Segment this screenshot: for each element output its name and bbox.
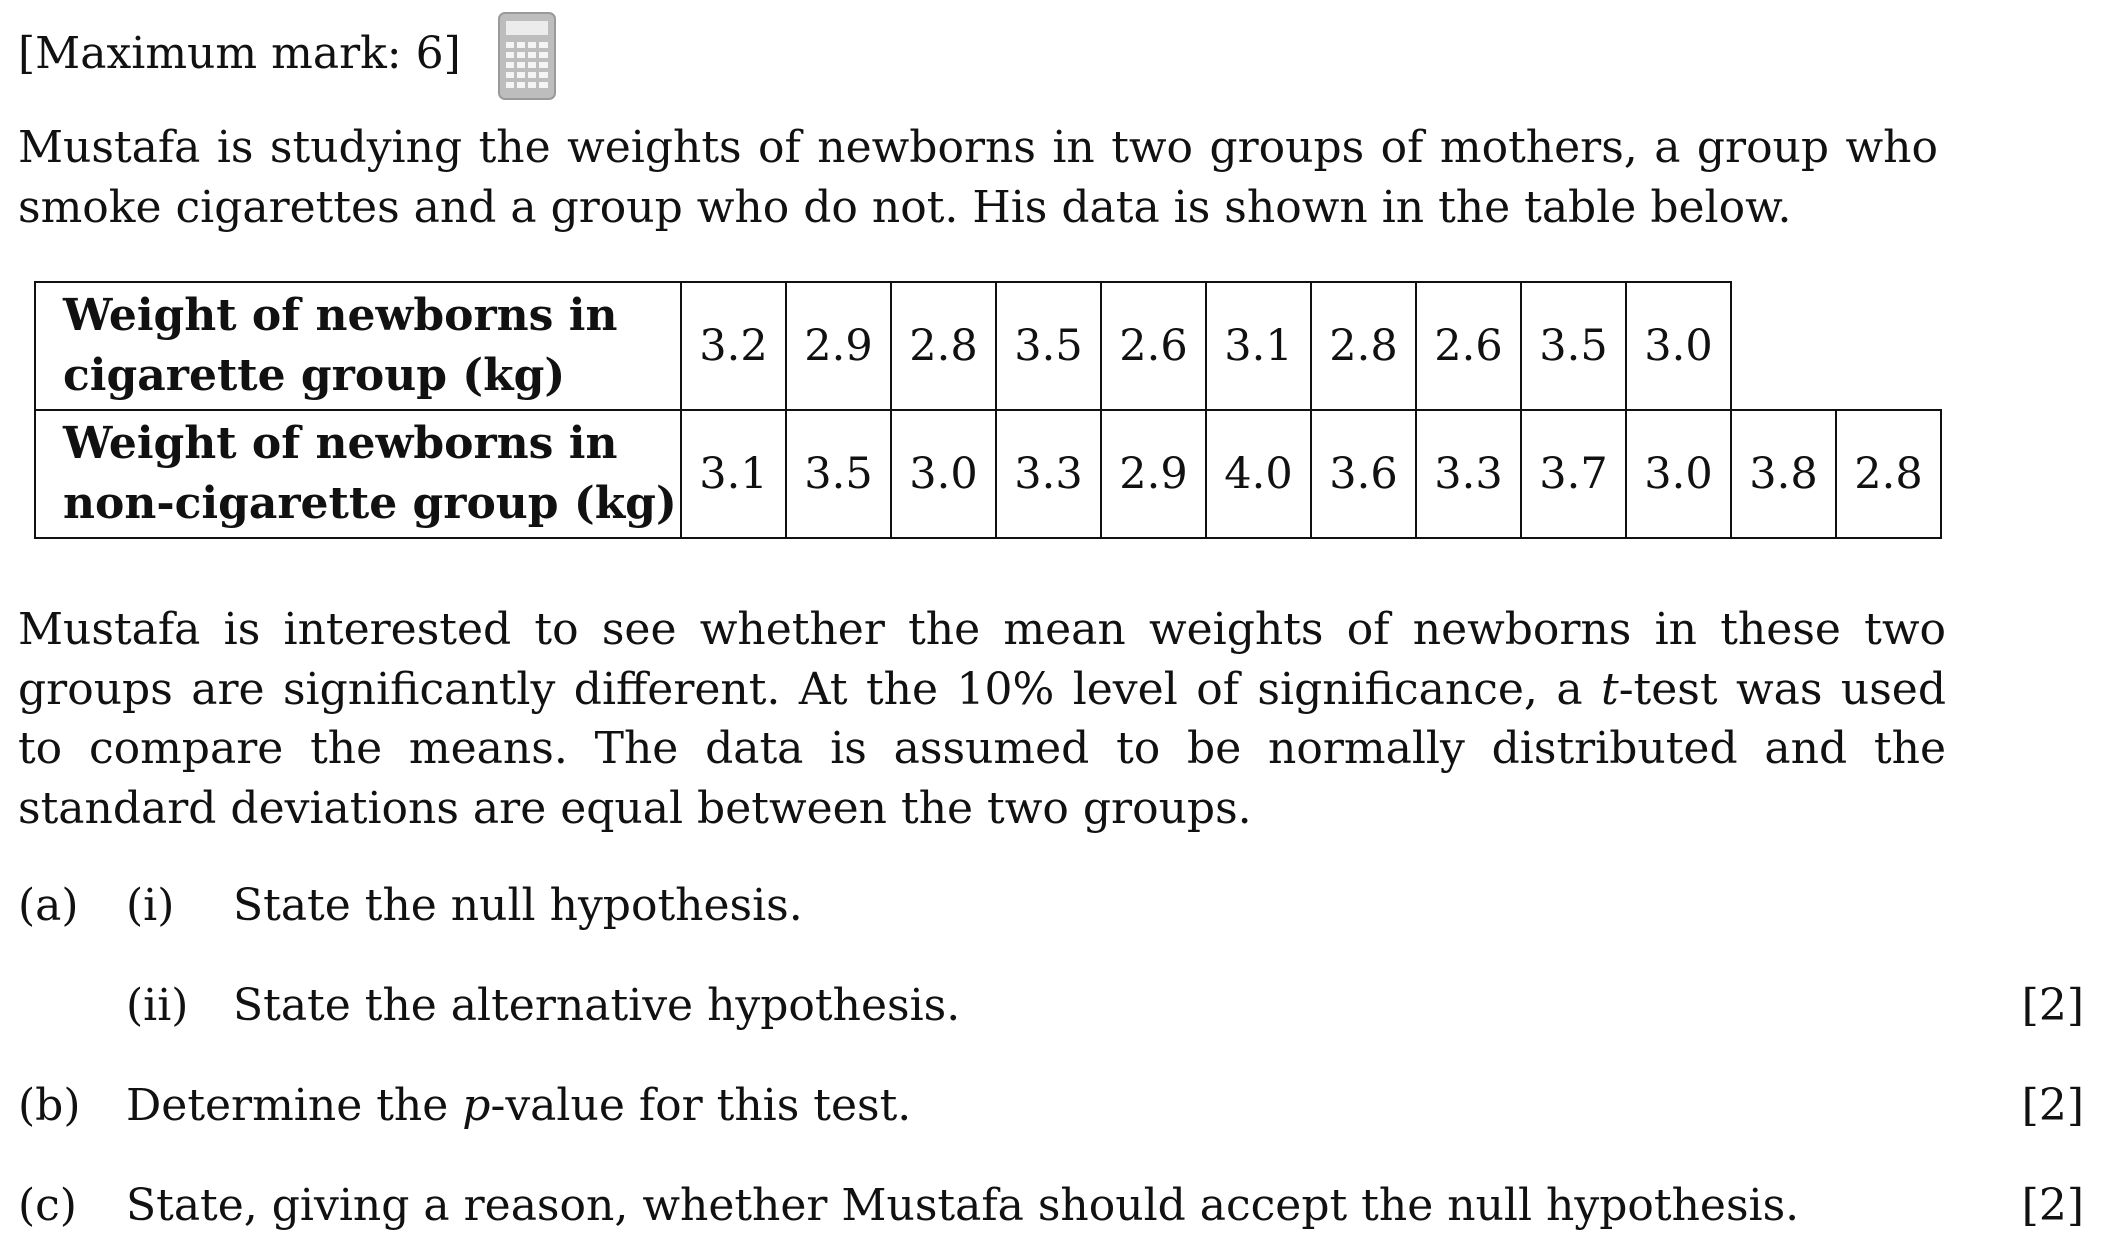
- context-paragraph: Mustafa is interested to see whether the…: [18, 600, 1946, 838]
- part-a-label: (a): [18, 880, 79, 931]
- newborn-weights-table: Weight of newborns in cigarette group (k…: [34, 281, 1942, 539]
- table-row: Weight of newborns in non-cigarette grou…: [34, 409, 1942, 539]
- table-cell: 2.6: [1415, 281, 1522, 411]
- table-cell: 2.9: [1100, 409, 1207, 539]
- table-cell: 2.6: [1100, 281, 1207, 411]
- table-cell: 3.0: [1625, 409, 1732, 539]
- table-cell: 3.0: [1625, 281, 1732, 411]
- table-cell: 2.8: [1835, 409, 1942, 539]
- p-variable: p: [462, 1080, 491, 1131]
- part-a-i-label: (i): [126, 880, 175, 931]
- part-c-marks: [2]: [2021, 1180, 2084, 1231]
- table-cell: 3.5: [995, 281, 1102, 411]
- part-b-text: Determine the p-value for this test.: [126, 1080, 911, 1131]
- table-cell: 3.3: [1415, 409, 1522, 539]
- row-label-line: cigarette group (kg): [63, 350, 566, 401]
- t-variable: t: [1601, 663, 1619, 715]
- table-cell: 3.0: [890, 409, 997, 539]
- table-cell: 3.1: [1205, 281, 1312, 411]
- table-cell: 3.8: [1730, 409, 1837, 539]
- part-a-ii-text: State the alternative hypothesis.: [233, 980, 961, 1031]
- table-cell: 4.0: [1205, 409, 1312, 539]
- part-b-label: (b): [18, 1080, 81, 1131]
- table-cell: 2.8: [1310, 281, 1417, 411]
- table-cell: 3.5: [785, 409, 892, 539]
- table-row: Weight of newborns in cigarette group (k…: [34, 281, 1941, 411]
- table-cell: 3.6: [1310, 409, 1417, 539]
- table-cell: 3.5: [1520, 281, 1627, 411]
- row-label: Weight of newborns in cigarette group (k…: [34, 281, 682, 411]
- table-cell: 3.1: [680, 409, 787, 539]
- part-b-marks: [2]: [2021, 1080, 2084, 1131]
- table-cell: 3.3: [995, 409, 1102, 539]
- part-a-marks: [2]: [2021, 980, 2084, 1031]
- part-a-i-text: State the null hypothesis.: [233, 880, 803, 931]
- row-label: Weight of newborns in non-cigarette grou…: [34, 409, 682, 539]
- row-label-line: Weight of newborns in: [63, 418, 618, 469]
- intro-paragraph: Mustafa is studying the weights of newbo…: [18, 122, 1938, 233]
- empty-cell: [1836, 282, 1941, 410]
- table-cell: 3.2: [680, 281, 787, 411]
- part-c-text: State, giving a reason, whether Mustafa …: [126, 1180, 1800, 1231]
- row-label-line: non-cigarette group (kg): [63, 478, 677, 529]
- empty-cell: [1731, 282, 1836, 410]
- max-mark-header: [Maximum mark: 6]: [18, 28, 461, 79]
- part-b-text-pre: Determine the: [126, 1080, 463, 1131]
- table-cell: 2.9: [785, 281, 892, 411]
- calculator-icon: [498, 12, 556, 100]
- part-b-text-post: -value for this test.: [490, 1080, 912, 1131]
- table-cell: 2.8: [890, 281, 997, 411]
- table-cell: 3.7: [1520, 409, 1627, 539]
- row-label-line: Weight of newborns in: [63, 290, 618, 341]
- part-a-ii-label: (ii): [126, 980, 189, 1031]
- part-c-label: (c): [18, 1180, 77, 1231]
